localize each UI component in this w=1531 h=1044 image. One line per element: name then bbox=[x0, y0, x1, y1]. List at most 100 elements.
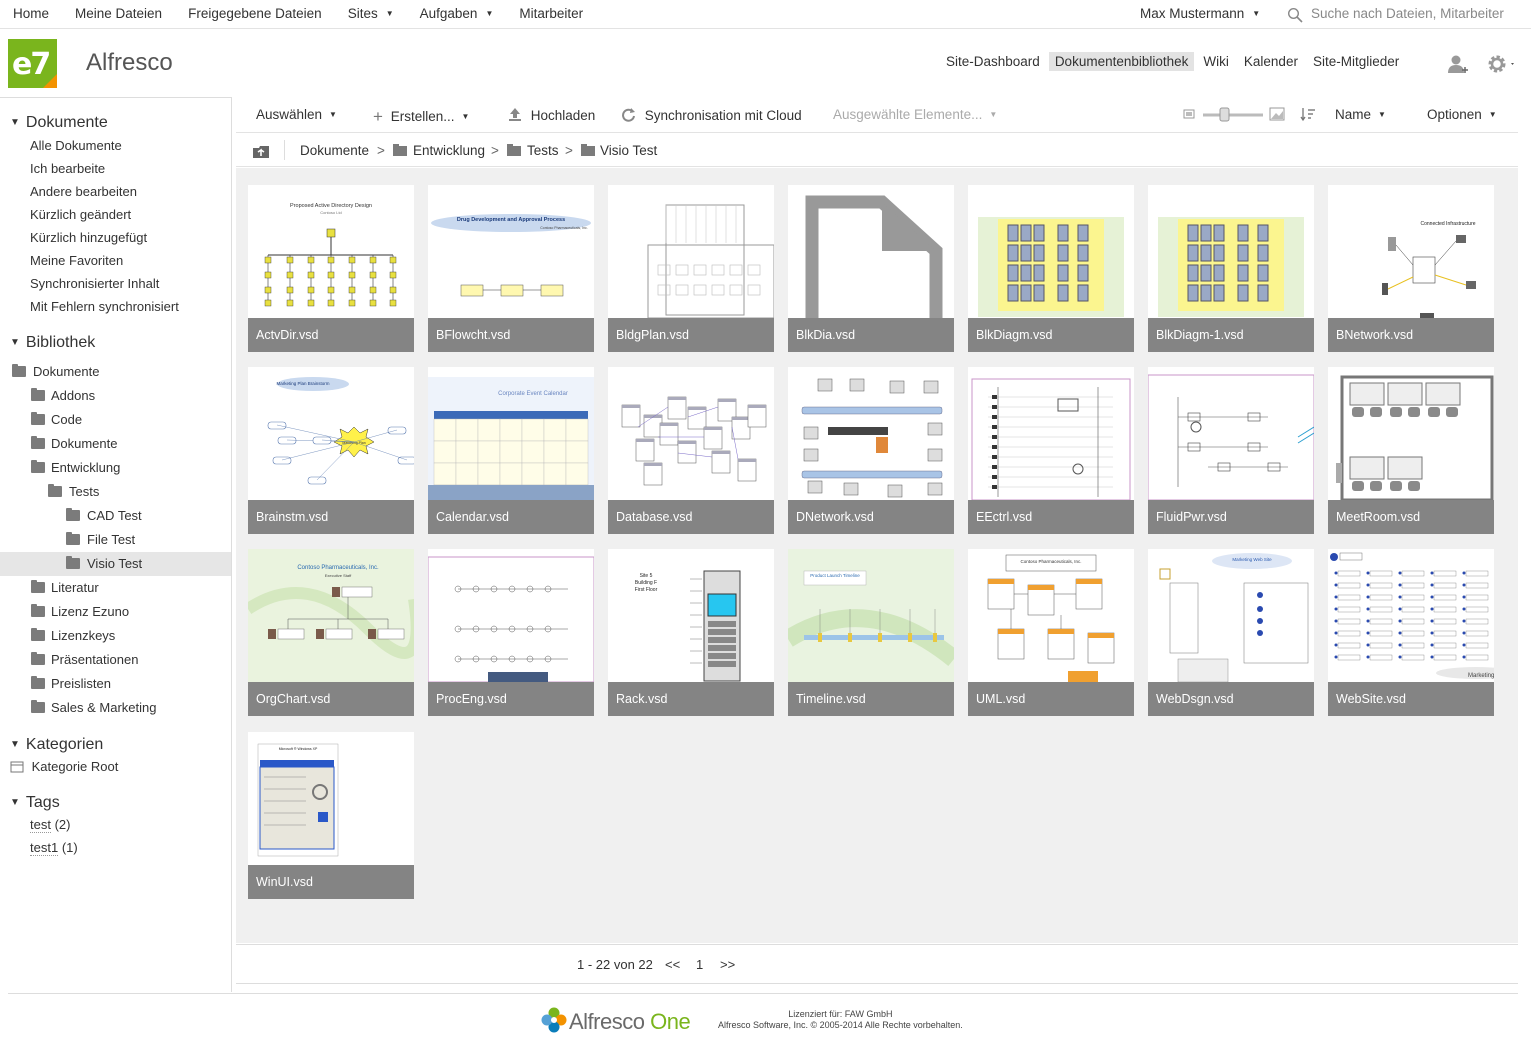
document-tile[interactable]: Corporate Event Calendar Calendar.vsd bbox=[428, 367, 594, 534]
tree-item-sales-marketing[interactable]: Sales & Marketing bbox=[0, 696, 231, 720]
document-tile[interactable]: Marketing Web Site WebDsgn.vsd bbox=[1148, 549, 1314, 716]
nav-tasks[interactable]: Aufgaben ▼ bbox=[420, 6, 494, 21]
tag-test[interactable]: test (2) bbox=[30, 817, 70, 833]
sort-order-icon[interactable] bbox=[1300, 107, 1316, 123]
document-name[interactable]: DNetwork.vsd bbox=[788, 500, 954, 534]
tree-item-literatur[interactable]: Literatur bbox=[0, 576, 231, 600]
document-tile[interactable]: Marketing W WebSite.vsd bbox=[1328, 549, 1494, 716]
filter-recently-modified[interactable]: Kürzlich geändert bbox=[30, 207, 131, 222]
document-name[interactable]: BFlowcht.vsd bbox=[428, 318, 594, 352]
site-nav-dashboard[interactable]: Site-Dashboard bbox=[940, 52, 1046, 71]
site-title[interactable]: Alfresco bbox=[86, 49, 173, 77]
tree-item-praesentationen[interactable]: Präsentationen bbox=[0, 648, 231, 672]
document-tile[interactable]: ProcEng.vsd bbox=[428, 549, 594, 716]
filter-synced-content[interactable]: Synchronisierter Inhalt bbox=[30, 276, 159, 291]
gear-icon[interactable] bbox=[1487, 54, 1517, 76]
document-tile[interactable]: Product Launch Timeline Timeline.vsd bbox=[788, 549, 954, 716]
document-name[interactable]: Timeline.vsd bbox=[788, 682, 954, 716]
user-menu[interactable]: Max Mustermann ▼ bbox=[1140, 6, 1260, 21]
site-nav-document-library[interactable]: Dokumentenbibliothek bbox=[1048, 52, 1195, 71]
document-tile[interactable]: Database.vsd bbox=[608, 367, 774, 534]
nav-people[interactable]: Mitarbeiter bbox=[519, 6, 583, 21]
document-name[interactable]: BNetwork.vsd bbox=[1328, 318, 1494, 352]
select-menu[interactable]: Auswählen ▼ bbox=[256, 107, 337, 122]
search-input[interactable]: Suche nach Dateien, Mitarbeiter bbox=[1283, 4, 1531, 24]
document-name[interactable]: Database.vsd bbox=[608, 500, 774, 534]
document-tile[interactable]: MeetRoom.vsd bbox=[1328, 367, 1494, 534]
document-name[interactable]: BlkDiagm.vsd bbox=[968, 318, 1134, 352]
document-name[interactable]: OrgChart.vsd bbox=[248, 682, 414, 716]
tree-item-visio-test[interactable]: Visio Test bbox=[0, 552, 231, 576]
filter-editing-others[interactable]: Andere bearbeiten bbox=[30, 184, 137, 199]
document-tile[interactable]: EEctrl.vsd bbox=[968, 367, 1134, 534]
thumbnail-size-slider[interactable] bbox=[1183, 106, 1293, 124]
document-name[interactable]: BlkDiagm-1.vsd bbox=[1148, 318, 1314, 352]
pagination-page[interactable]: 1 bbox=[696, 957, 703, 972]
tree-item-lizenzkeys[interactable]: Lizenzkeys bbox=[0, 624, 231, 648]
document-name[interactable]: EEctrl.vsd bbox=[968, 500, 1134, 534]
breadcrumb-item-current[interactable]: Visio Test bbox=[600, 143, 657, 158]
library-heading[interactable]: ▼ Bibliothek bbox=[10, 334, 95, 352]
document-name[interactable]: MeetRoom.vsd bbox=[1328, 500, 1494, 534]
folder-up-icon[interactable] bbox=[252, 143, 270, 159]
document-name[interactable]: UML.vsd bbox=[968, 682, 1134, 716]
breadcrumb-item[interactable]: Entwicklung bbox=[413, 143, 485, 158]
document-tile[interactable]: BlkDiagm.vsd bbox=[968, 185, 1134, 352]
category-root[interactable]: Kategorie Root bbox=[10, 759, 118, 774]
site-nav-members[interactable]: Site-Mitglieder bbox=[1307, 52, 1405, 71]
filter-editing-me[interactable]: Ich bearbeite bbox=[30, 161, 105, 176]
tree-item-tests[interactable]: Tests bbox=[0, 480, 231, 504]
document-name[interactable]: WinUI.vsd bbox=[248, 865, 414, 899]
document-tile[interactable]: Drug Development and Approval Process Con… bbox=[428, 185, 594, 352]
document-tile[interactable]: Proposed Active Directory Design Contoso … bbox=[248, 185, 414, 352]
filter-all-documents[interactable]: Alle Dokumente bbox=[30, 138, 122, 153]
create-menu[interactable]: + Erstellen... ▼ bbox=[373, 107, 469, 127]
document-name[interactable]: BldgPlan.vsd bbox=[608, 318, 774, 352]
document-name[interactable]: Rack.vsd bbox=[608, 682, 774, 716]
document-tile[interactable]: DNetwork.vsd bbox=[788, 367, 954, 534]
document-tile[interactable]: BlkDia.vsd bbox=[788, 185, 954, 352]
document-tile[interactable]: Microsoft ® Windows XP WinUI.vsd bbox=[248, 732, 414, 899]
tree-item-preislisten[interactable]: Preislisten bbox=[0, 672, 231, 696]
tags-heading[interactable]: ▼ Tags bbox=[10, 794, 60, 812]
document-tile[interactable]: BlkDiagm-1.vsd bbox=[1148, 185, 1314, 352]
nav-sites[interactable]: Sites ▼ bbox=[348, 6, 394, 21]
tree-item-dokumente-root[interactable]: Dokumente bbox=[0, 360, 231, 384]
tag-test1[interactable]: test1 (1) bbox=[30, 840, 78, 856]
selected-items-menu[interactable]: Ausgewählte Elemente... ▼ bbox=[833, 107, 997, 122]
document-name[interactable]: ActvDir.vsd bbox=[248, 318, 414, 352]
nav-my-files[interactable]: Meine Dateien bbox=[75, 6, 162, 21]
upload-button[interactable]: Hochladen bbox=[508, 107, 595, 123]
filter-recently-added[interactable]: Kürzlich hinzugefügt bbox=[30, 230, 147, 245]
nav-shared-files[interactable]: Freigegebene Dateien bbox=[188, 6, 322, 21]
document-name[interactable]: BlkDia.vsd bbox=[788, 318, 954, 352]
document-tile[interactable]: BldgPlan.vsd bbox=[608, 185, 774, 352]
site-nav-calendar[interactable]: Kalender bbox=[1238, 52, 1304, 71]
document-tile[interactable]: Contoso Pharmaceuticals, Inc. UML.vsd bbox=[968, 549, 1134, 716]
options-menu[interactable]: Optionen ▼ bbox=[1427, 107, 1497, 122]
document-tile[interactable]: Marketing Plan Brainstorm Marketing Plan B… bbox=[248, 367, 414, 534]
breadcrumb-item[interactable]: Dokumente bbox=[300, 143, 369, 158]
tree-item-cad-test[interactable]: CAD Test bbox=[0, 504, 231, 528]
document-name[interactable]: Brainstm.vsd bbox=[248, 500, 414, 534]
tree-item-dokumente[interactable]: Dokumente bbox=[0, 432, 231, 456]
document-tile[interactable]: FluidPwr.vsd bbox=[1148, 367, 1314, 534]
document-name[interactable]: Calendar.vsd bbox=[428, 500, 594, 534]
categories-heading[interactable]: ▼ Kategorien bbox=[10, 736, 103, 754]
filter-sync-errors[interactable]: Mit Fehlern synchronisiert bbox=[30, 299, 179, 314]
sync-cloud-button[interactable]: Synchronisation mit Cloud bbox=[621, 107, 802, 123]
document-name[interactable]: FluidPwr.vsd bbox=[1148, 500, 1314, 534]
tree-item-file-test[interactable]: File Test bbox=[0, 528, 231, 552]
sort-field-menu[interactable]: Name ▼ bbox=[1335, 107, 1386, 122]
tree-item-lizenz-ezuno[interactable]: Lizenz Ezuno bbox=[0, 600, 231, 624]
tree-item-addons[interactable]: Addons bbox=[0, 384, 231, 408]
breadcrumb-item[interactable]: Tests bbox=[527, 143, 559, 158]
document-name[interactable]: ProcEng.vsd bbox=[428, 682, 594, 716]
document-name[interactable]: WebSite.vsd bbox=[1328, 682, 1494, 716]
pagination-next[interactable]: >> bbox=[720, 957, 735, 972]
filter-favorites[interactable]: Meine Favoriten bbox=[30, 253, 123, 268]
documents-heading[interactable]: ▼ Dokumente bbox=[10, 114, 108, 132]
document-tile[interactable]: Connected Infrastructure BNetwork.vsd bbox=[1328, 185, 1494, 352]
document-name[interactable]: WebDsgn.vsd bbox=[1148, 682, 1314, 716]
document-tile[interactable]: Contoso Pharmaceuticals, Inc. Executive S… bbox=[248, 549, 414, 716]
